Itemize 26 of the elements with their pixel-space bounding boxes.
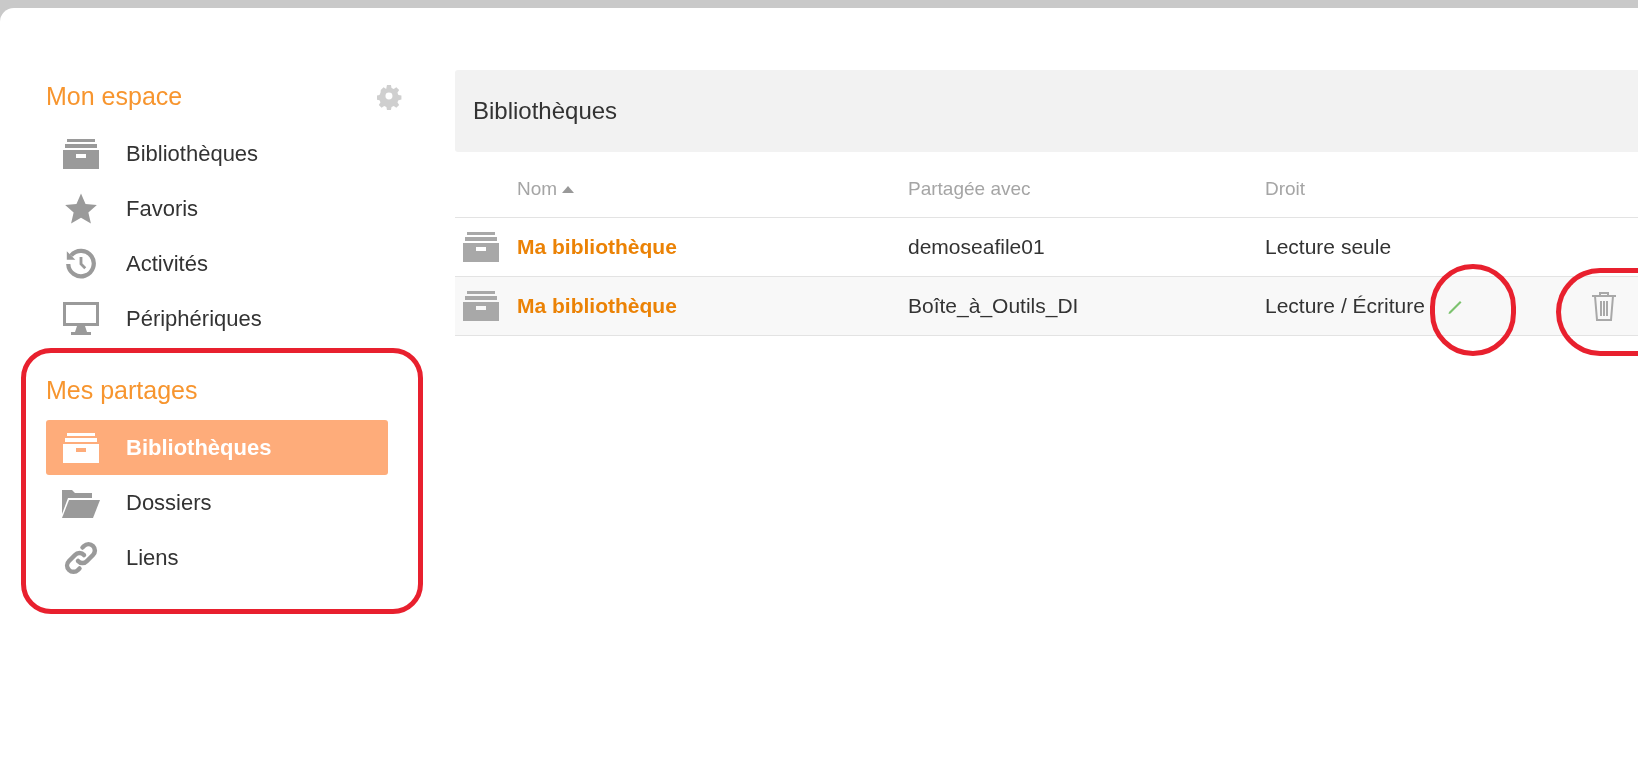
sort-up-icon xyxy=(562,184,575,193)
link-icon xyxy=(63,539,99,576)
archive-icon xyxy=(463,232,499,262)
table-cell-text: Lecture seule xyxy=(1265,234,1392,261)
settings-icon[interactable] xyxy=(377,84,403,110)
archive-icon xyxy=(463,291,499,321)
table-row[interactable]: Ma bibliothèque Boîte_à_Outils_DI Lecture / Écriture xyxy=(455,277,1638,336)
sidebar-item[interactable]: Bibliothèques xyxy=(46,126,388,181)
sidebar-item[interactable]: Favoris xyxy=(46,181,388,236)
table-cell: Boîte_à_Outils_DI xyxy=(908,294,1079,318)
section-title: Mes partages xyxy=(46,375,198,407)
sidebar-item[interactable]: Dossiers xyxy=(46,475,388,530)
sidebar-item[interactable]: Périphériques xyxy=(46,291,388,346)
sidebar-item[interactable]: Activités xyxy=(46,236,388,291)
pencil-icon[interactable] xyxy=(1446,298,1463,314)
folder-icon xyxy=(62,487,100,518)
table-cell: demoseafile01 xyxy=(908,235,1045,259)
trash-icon[interactable] xyxy=(1590,291,1617,321)
sidebar-item[interactable]: Liens xyxy=(46,530,388,585)
archive-icon xyxy=(63,432,99,463)
monitor-icon xyxy=(63,301,99,336)
panel-title: Bibliothèques xyxy=(473,96,618,126)
table-cell-text: Lecture / Écriture xyxy=(1265,293,1425,320)
history-icon xyxy=(64,246,98,281)
archive-icon xyxy=(63,138,99,169)
section-title: Mon espace xyxy=(46,81,183,113)
